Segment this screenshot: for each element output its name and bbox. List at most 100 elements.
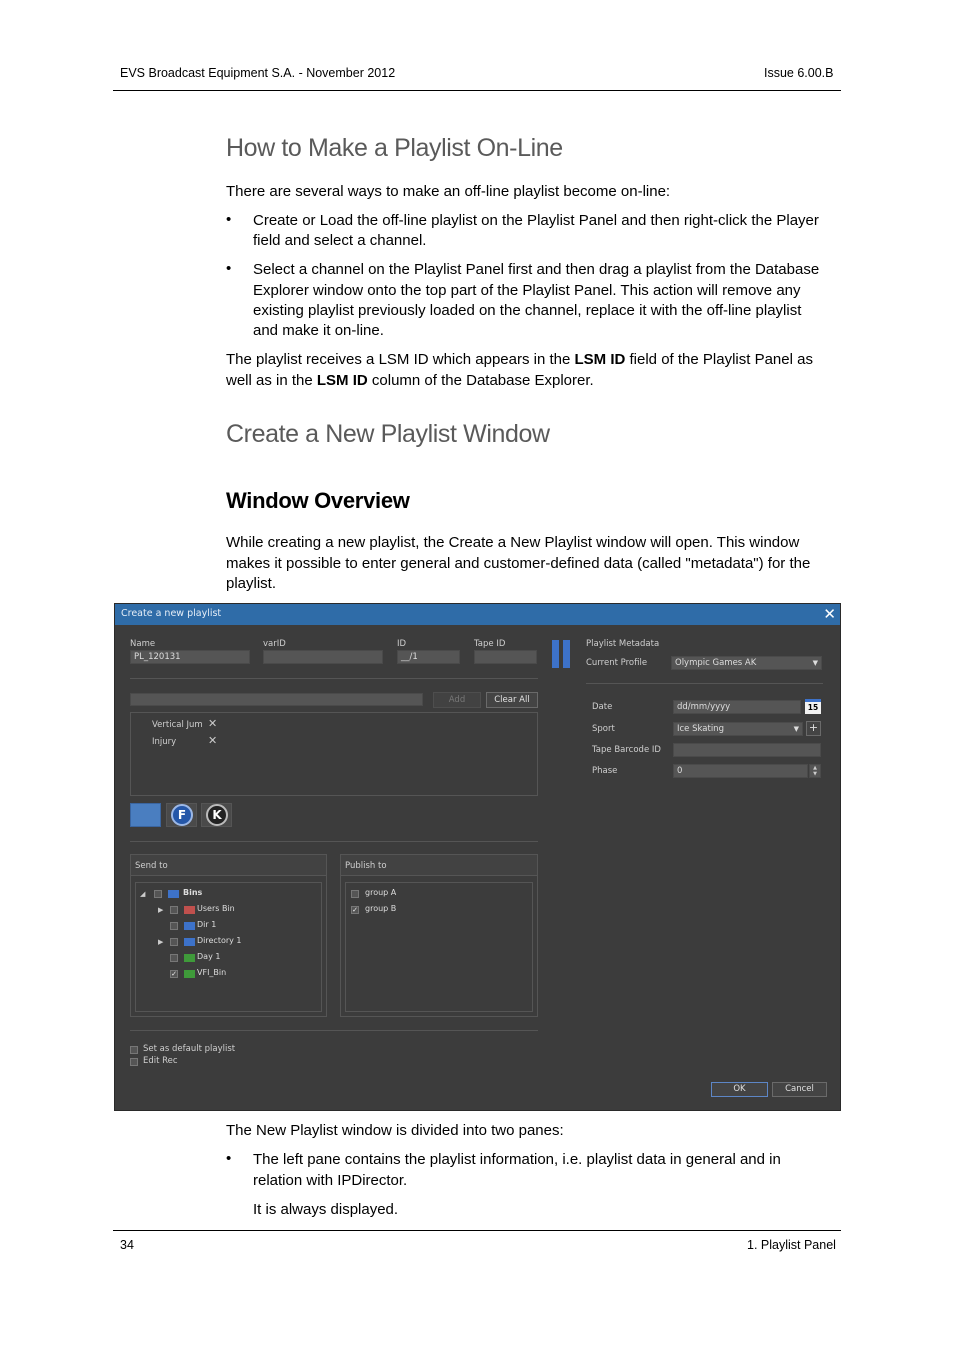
keyword-list: Vertical Jum ✕ Injury ✕	[130, 712, 538, 796]
keyword-item: Injury	[152, 737, 177, 747]
sport-select[interactable]: Ice Skating ▼	[673, 722, 803, 736]
cancel-button[interactable]: Cancel	[772, 1082, 827, 1097]
bullet-marker: •	[226, 211, 232, 228]
tape-barcode-field[interactable]	[673, 743, 821, 757]
users-bin-icon	[184, 906, 195, 914]
edit-rec-checkbox[interactable]	[130, 1058, 138, 1066]
bullet-2-line-4: and make it on-line.	[253, 322, 384, 339]
divider	[130, 1030, 538, 1031]
folder-icon	[184, 922, 195, 930]
ok-button[interactable]: OK	[711, 1082, 768, 1097]
tape-id-field[interactable]	[474, 650, 537, 664]
panes-intro: The New Playlist window is divided into …	[226, 1122, 564, 1139]
f-button[interactable]: F	[166, 803, 197, 827]
sport-label: Sport	[592, 724, 615, 734]
section-title-online: How to Make a Playlist On-Line	[226, 134, 563, 162]
bullet-2-line-3: existing playlist previously loaded on t…	[253, 302, 802, 319]
bullet-marker: •	[226, 260, 232, 277]
subsection-title-overview: Window Overview	[226, 488, 410, 513]
calendar-icon[interactable]: 15	[805, 699, 821, 714]
header-right: Issue 6.00.B	[764, 66, 834, 80]
default-playlist-checkbox[interactable]	[130, 1046, 138, 1054]
tree-item-vfi-bin[interactable]: VFI_Bin	[197, 968, 226, 977]
dialog-title: Create a new playlist	[121, 608, 222, 619]
current-profile-value: Olympic Games AK	[675, 658, 757, 668]
folder-icon	[184, 938, 195, 946]
bullet-marker: •	[226, 1150, 232, 1167]
bins-checkbox[interactable]	[154, 890, 162, 898]
folder-icon	[184, 970, 195, 978]
overview-line-3: playlist.	[226, 575, 277, 592]
phase-spinner[interactable]: ▲ ▼	[809, 764, 821, 778]
keyword-input[interactable]	[130, 693, 423, 706]
publish-to-panel: Publish to group A ✓ group B	[340, 854, 538, 1017]
left-pane-line-2: relation with IPDirector.	[253, 1172, 408, 1189]
pane-splitter-handle[interactable]	[552, 640, 559, 668]
dir1-checkbox[interactable]	[170, 922, 178, 930]
pane-splitter-handle[interactable]	[563, 640, 570, 668]
dialog-title-bar: Create a new playlist ✕	[115, 604, 840, 625]
bullet-1-line-1: Create or Load the off-line playlist on …	[253, 212, 819, 229]
divider	[586, 683, 823, 684]
tree-item-dir-1[interactable]: Dir 1	[197, 920, 216, 929]
id-field[interactable]: __/1	[397, 650, 460, 664]
varid-field[interactable]	[263, 650, 383, 664]
tape-barcode-label: Tape Barcode ID	[592, 745, 661, 755]
closing-line-2: well as in the LSM ID column of the Data…	[226, 372, 594, 389]
name-label: Name	[130, 639, 156, 649]
date-field[interactable]: dd/mm/yyyy	[673, 700, 801, 714]
f-icon: F	[171, 804, 193, 826]
phase-field[interactable]: 0	[673, 764, 808, 778]
id-label: ID	[397, 639, 407, 649]
publish-to-label: Publish to	[345, 861, 387, 871]
bin-tree: ◢ Bins ▶ Users Bin Dir 1 ▶ Directory 1 D…	[135, 882, 322, 1012]
header-rule	[113, 90, 841, 91]
close-icon[interactable]: ✕	[823, 605, 836, 623]
vfi-bin-checkbox[interactable]: ✓	[170, 970, 178, 978]
remove-icon[interactable]: ✕	[208, 717, 217, 730]
group-a-checkbox[interactable]	[351, 890, 359, 898]
tree-item-users-bin[interactable]: Users Bin	[197, 904, 235, 913]
phase-label: Phase	[592, 766, 618, 776]
varid-label: varID	[263, 639, 286, 649]
color-swatch-button[interactable]	[130, 803, 161, 827]
edit-rec-label: Edit Rec	[143, 1056, 178, 1066]
day1-checkbox[interactable]	[170, 954, 178, 962]
divider	[130, 678, 538, 679]
footer-rule	[113, 1230, 841, 1231]
bullet-2-line-1: Select a channel on the Playlist Panel f…	[253, 261, 820, 278]
collapse-arrow-icon[interactable]: ◢	[140, 890, 145, 898]
tree-item-day-1[interactable]: Day 1	[197, 952, 220, 961]
expand-arrow-icon[interactable]: ▶	[158, 938, 163, 946]
bullet-1-line-2: field and select a channel.	[253, 232, 427, 249]
expand-arrow-icon[interactable]: ▶	[158, 906, 163, 914]
clear-all-button[interactable]: Clear All	[486, 692, 538, 708]
k-icon: K	[206, 804, 228, 826]
tree-item-directory-1[interactable]: Directory 1	[197, 936, 242, 945]
directory1-checkbox[interactable]	[170, 938, 178, 946]
current-profile-label: Current Profile	[586, 658, 648, 668]
k-button[interactable]: K	[201, 803, 232, 827]
left-pane-line-1: The left pane contains the playlist info…	[253, 1151, 781, 1168]
keyword-item: Vertical Jum	[152, 720, 203, 730]
remove-icon[interactable]: ✕	[208, 734, 217, 747]
users-bin-checkbox[interactable]	[170, 906, 178, 914]
group-b-checkbox[interactable]: ✓	[351, 906, 359, 914]
intro-paragraph: There are several ways to make an off-li…	[226, 183, 671, 200]
closing-line-1: The playlist receives a LSM ID which app…	[226, 351, 813, 368]
footer-chapter: 1. Playlist Panel	[747, 1238, 836, 1252]
page-number: 34	[120, 1238, 134, 1252]
metadata-title: Playlist Metadata	[586, 639, 660, 649]
section-title-new-playlist: Create a New Playlist Window	[226, 420, 550, 448]
group-item[interactable]: group A	[365, 888, 396, 897]
folder-icon	[168, 890, 179, 898]
group-item[interactable]: group B	[365, 904, 396, 913]
current-profile-select[interactable]: Olympic Games AK ▼	[671, 656, 822, 670]
add-sport-button[interactable]: +	[806, 721, 821, 736]
bullet-2-line-2: Explorer window onto the top part of the…	[253, 282, 801, 299]
header-left: EVS Broadcast Equipment S.A. - November …	[120, 66, 396, 80]
tree-item-bins[interactable]: Bins	[183, 888, 202, 897]
left-pane-line-3: It is always displayed.	[253, 1201, 399, 1218]
add-button[interactable]: Add	[433, 692, 481, 708]
name-field[interactable]: PL_120131	[130, 650, 250, 664]
